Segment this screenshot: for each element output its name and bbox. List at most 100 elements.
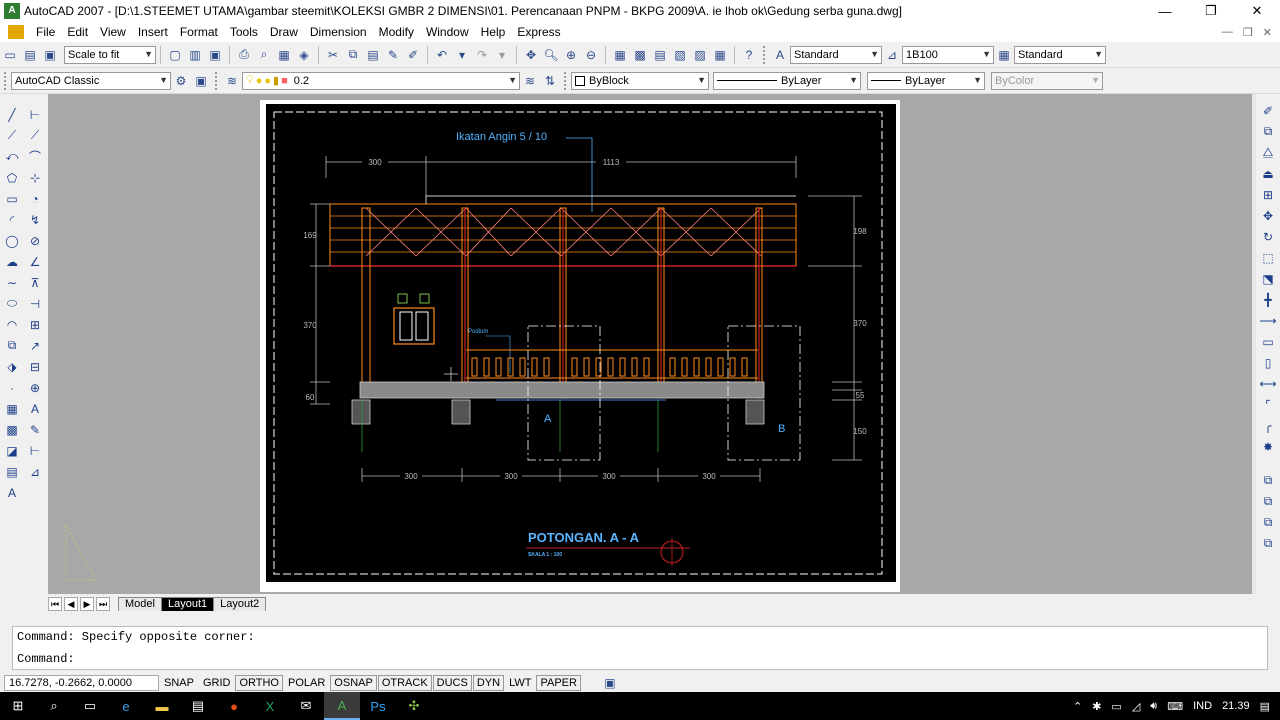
menu-modify[interactable]: Modify — [373, 25, 420, 39]
snap-toggle[interactable]: SNAP — [160, 675, 198, 691]
otrack-toggle[interactable]: OTRACK — [377, 675, 432, 691]
layer-previous-icon[interactable]: ⇅ — [541, 72, 559, 90]
draw-order-back-icon[interactable]: ⧉ — [1259, 492, 1277, 510]
save-icon[interactable]: ▣ — [41, 46, 59, 64]
toolbar-grip[interactable] — [763, 45, 767, 64]
battery-icon[interactable]: ▭ — [1111, 700, 1121, 713]
designcenter-icon[interactable]: ▩ — [631, 46, 649, 64]
minimize-button[interactable]: — — [1142, 0, 1188, 22]
windows-start-icon[interactable]: ⊞ — [0, 692, 36, 720]
network-icon[interactable]: ◿ — [1132, 700, 1140, 713]
stretch-icon[interactable]: ⬔ — [1259, 270, 1277, 288]
last-tab-icon[interactable]: ⏭ — [96, 597, 110, 611]
diameter-dimension-icon[interactable]: ⊘ — [26, 232, 44, 250]
copy-object-icon[interactable]: ⧉ — [1259, 123, 1277, 141]
layer-combo[interactable]: 💡︎ ● ● ▮ ■ 0.2 ▼ — [242, 71, 520, 90]
search-icon[interactable]: ⌕ — [36, 692, 72, 720]
arc-icon[interactable]: ◜ — [3, 211, 21, 229]
move-icon[interactable]: ✥ — [1259, 207, 1277, 225]
keyboard-icon[interactable]: ⌨ — [1167, 700, 1183, 713]
draw-order-above-icon[interactable]: ⧉ — [1259, 513, 1277, 531]
ducs-toggle[interactable]: DUCS — [432, 675, 472, 691]
layer-manager-icon[interactable]: ≋ — [223, 72, 241, 90]
dimension-style-icon[interactable]: ⊿ — [26, 463, 44, 481]
chamfer-icon[interactable]: ⌜ — [1259, 396, 1277, 414]
menu-express[interactable]: Express — [511, 25, 566, 39]
rotate-icon[interactable]: ↻ — [1259, 228, 1277, 246]
circle-icon[interactable]: ◯ — [3, 232, 21, 250]
lwt-toggle[interactable]: LWT — [505, 675, 535, 691]
help-icon[interactable]: ? — [740, 46, 758, 64]
document-menu-icon[interactable] — [8, 25, 24, 39]
dimension-edit-icon[interactable]: A — [26, 400, 44, 418]
extend-icon[interactable]: ⟶ — [1259, 312, 1277, 330]
file-explorer-icon[interactable]: ▬ — [144, 692, 180, 720]
open-folder-icon[interactable]: ▥ — [186, 46, 204, 64]
plot-preview-icon[interactable]: ⌕ — [255, 46, 273, 64]
dim-style-icon[interactable]: ⊿ — [883, 46, 901, 64]
dimension-text-edit-icon[interactable]: ✎ — [26, 421, 44, 439]
block-editor-icon[interactable]: ✐ — [404, 46, 422, 64]
language-indicator[interactable]: IND — [1193, 700, 1212, 712]
redo-icon[interactable]: ↷ — [473, 46, 491, 64]
polygon-icon[interactable]: ⬠ — [3, 169, 21, 187]
paste-icon[interactable]: ▤ — [364, 46, 382, 64]
menu-edit[interactable]: Edit — [61, 25, 94, 39]
zoom-realtime-icon[interactable]: 🔍︎ — [542, 46, 560, 64]
jogged-dimension-icon[interactable]: ↯ — [26, 211, 44, 229]
menu-draw[interactable]: Draw — [264, 25, 304, 39]
workspace-settings-icon[interactable]: ⚙ — [172, 72, 190, 90]
dimension-update-icon[interactable]: ⊢ — [26, 442, 44, 460]
3d-dwf-icon[interactable]: ◈ — [295, 46, 313, 64]
drawing-canvas[interactable]: 300 1113 Ikatan Angin 5 / 10 Podium A B … — [48, 94, 1256, 594]
rectangle-icon[interactable]: ▭ — [3, 190, 21, 208]
workspace-save-icon[interactable]: ▣ — [192, 72, 210, 90]
hatch-icon[interactable]: ▦ — [3, 400, 21, 418]
ellipse-icon[interactable]: ⬭ — [3, 295, 21, 313]
lineweight-combo[interactable]: ByLayer ▼ — [867, 71, 985, 90]
grid-toggle[interactable]: GRID — [199, 675, 235, 691]
doc-minimize-button[interactable]: — — [1222, 26, 1233, 39]
angular-dimension-icon[interactable]: ∠ — [26, 253, 44, 271]
qnew-icon[interactable]: ▭ — [1, 46, 19, 64]
erase-icon[interactable]: ✐ — [1259, 102, 1277, 120]
draw-order-under-icon[interactable]: ⧉ — [1259, 534, 1277, 552]
previous-tab-icon[interactable]: ◀ — [64, 597, 78, 611]
point-icon[interactable]: · — [3, 379, 21, 397]
open-icon[interactable]: ▤ — [21, 46, 39, 64]
linetype-combo[interactable]: ByLayer ▼ — [713, 71, 861, 90]
zoom-window-icon[interactable]: ⊕ — [562, 46, 580, 64]
workspace-combo[interactable]: AutoCAD Classic ▼ — [11, 71, 171, 90]
scale-icon[interactable]: ⬚ — [1259, 249, 1277, 267]
offset-icon[interactable]: ⏏ — [1259, 165, 1277, 183]
line-icon[interactable]: ╱ — [3, 106, 21, 124]
autocad-app-icon[interactable]: A — [4, 3, 20, 19]
mirror-icon[interactable]: ⧋ — [1259, 144, 1277, 162]
menu-dimension[interactable]: Dimension — [304, 25, 373, 39]
aligned-dimension-icon[interactable]: ⟋ — [26, 127, 44, 145]
quick-leader-icon[interactable]: ↗ — [26, 337, 44, 355]
properties-icon[interactable]: ▦ — [611, 46, 629, 64]
array-icon[interactable]: ⊞ — [1259, 186, 1277, 204]
bluetooth-icon[interactable]: ✱ — [1092, 700, 1101, 713]
ellipse-arc-icon[interactable]: ◠ — [3, 316, 21, 334]
menu-format[interactable]: Format — [174, 25, 224, 39]
break-icon[interactable]: ▯ — [1259, 354, 1277, 372]
maximize-viewport-icon[interactable]: ▣ — [601, 674, 619, 692]
ortho-toggle[interactable]: ORTHO — [235, 675, 283, 691]
save-disk-icon[interactable]: ▣ — [206, 46, 224, 64]
center-mark-icon[interactable]: ⊕ — [26, 379, 44, 397]
volume-icon[interactable]: 🔊︎ — [1150, 700, 1157, 713]
menu-help[interactable]: Help — [475, 25, 512, 39]
clock[interactable]: 21.39 — [1222, 700, 1250, 712]
spline-icon[interactable]: ∼ — [3, 274, 21, 292]
close-button[interactable]: ✕ — [1234, 0, 1280, 22]
show-hidden-icons-icon[interactable]: ⌃ — [1073, 700, 1082, 713]
toolbar-grip[interactable] — [564, 71, 568, 90]
photoshop-icon[interactable]: Ps — [360, 692, 396, 720]
paper-toggle[interactable]: PAPER — [536, 675, 581, 691]
break-at-point-icon[interactable]: ▭ — [1259, 333, 1277, 351]
doc-close-button[interactable]: ✕ — [1263, 26, 1272, 39]
markup-icon[interactable]: ▨ — [691, 46, 709, 64]
autocad-taskbar-icon[interactable]: A — [324, 692, 360, 720]
